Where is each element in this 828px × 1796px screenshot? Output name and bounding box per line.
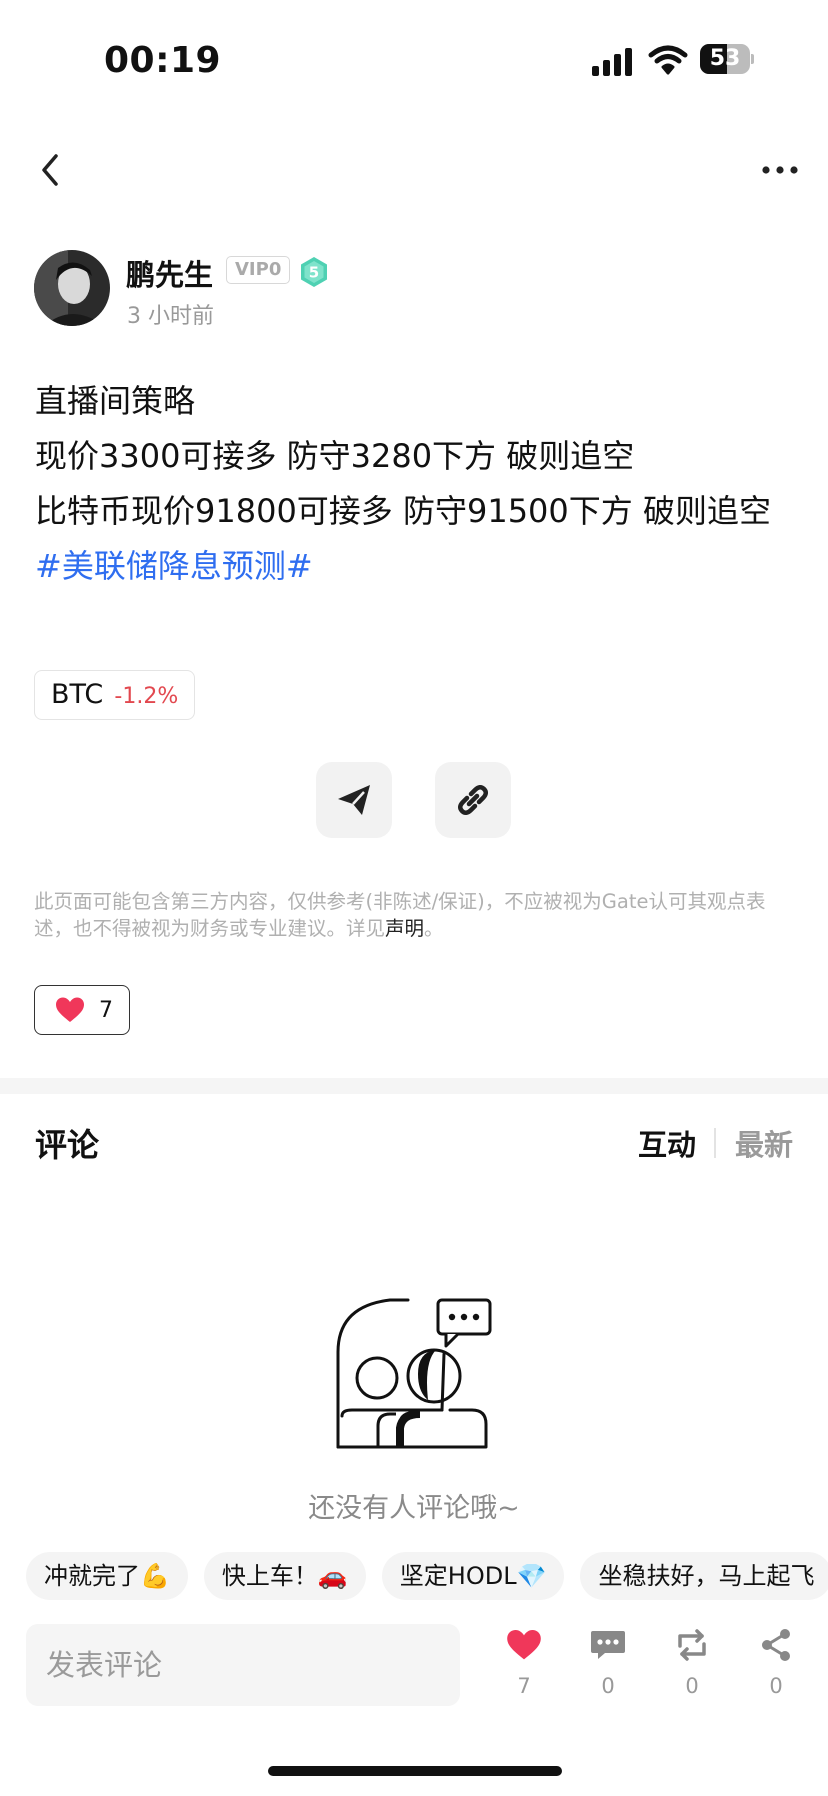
battery-level: 53 bbox=[709, 46, 741, 71]
comment-input[interactable] bbox=[26, 1624, 460, 1706]
action-comment[interactable]: 0 bbox=[578, 1628, 638, 1698]
tab-separator bbox=[714, 1128, 716, 1158]
send-button[interactable] bbox=[316, 762, 392, 838]
wifi-icon bbox=[648, 44, 688, 76]
tab-interaction[interactable]: 互动 bbox=[638, 1122, 696, 1164]
disclaimer-link[interactable]: 声明 bbox=[385, 917, 424, 940]
hashtag-link[interactable]: #美联储降息预测# bbox=[35, 539, 795, 594]
post-line: 直播间策略 bbox=[35, 382, 196, 420]
battery-icon: 53 bbox=[700, 44, 754, 74]
more-dots-icon[interactable] bbox=[760, 158, 800, 182]
quick-reply-chip[interactable]: 坐稳扶好，马上起飞 bbox=[580, 1552, 828, 1600]
post-time: 3 小时前 bbox=[127, 304, 214, 329]
section-divider bbox=[0, 1078, 828, 1094]
heart-icon bbox=[507, 1630, 541, 1660]
empty-comments-text: 还没有人评论哦~ bbox=[308, 1493, 520, 1524]
send-icon bbox=[338, 785, 370, 815]
coin-tag[interactable]: BTC -1.2% bbox=[34, 670, 196, 720]
level-number: 5 bbox=[309, 264, 319, 282]
coin-change: -1.2% bbox=[114, 684, 179, 709]
action-comment-count: 0 bbox=[601, 1674, 615, 1698]
action-like[interactable]: 7 bbox=[494, 1628, 554, 1698]
quick-reply-chip[interactable]: 坚定HODL💎 bbox=[381, 1552, 565, 1600]
post-line: 现价3300可接多 防守3280下方 破则追空 bbox=[35, 437, 635, 475]
level-badge: 5 bbox=[298, 256, 330, 288]
action-repost-count: 0 bbox=[685, 1674, 699, 1698]
disclaimer: 此页面可能包含第三方内容，仅供参考(非陈述/保证)，不应被视为Gate认可其观点… bbox=[34, 888, 804, 942]
disclaimer-end: 。 bbox=[424, 917, 444, 940]
cellular-signal-icon bbox=[592, 46, 636, 76]
avatar[interactable] bbox=[34, 250, 110, 326]
coin-symbol: BTC bbox=[51, 679, 104, 710]
like-button[interactable]: 7 bbox=[34, 985, 130, 1035]
copy-link-button[interactable] bbox=[435, 762, 511, 838]
home-indicator bbox=[268, 1766, 562, 1776]
tab-latest[interactable]: 最新 bbox=[735, 1122, 793, 1164]
empty-comments-illustration bbox=[334, 1292, 494, 1454]
back-arrow-icon[interactable] bbox=[34, 150, 68, 190]
quick-reply-chip[interactable]: 冲就完了💪 bbox=[26, 1552, 188, 1600]
author-name[interactable]: 鹏先生 bbox=[126, 252, 213, 294]
status-time: 00:19 bbox=[104, 40, 222, 81]
comments-title: 评论 bbox=[35, 1126, 100, 1164]
quick-reply-chip[interactable]: 快上车！🚗 bbox=[203, 1552, 366, 1600]
heart-icon bbox=[56, 997, 84, 1022]
action-share-count: 0 bbox=[769, 1674, 783, 1698]
action-share[interactable]: 0 bbox=[746, 1628, 806, 1698]
quick-reply-list: 冲就完了💪 快上车！🚗 坚定HODL💎 坐稳扶好，马上起飞 bbox=[26, 1552, 828, 1600]
comment-icon bbox=[591, 1631, 625, 1659]
repost-icon bbox=[678, 1629, 706, 1661]
post-content: 直播间策略 现价3300可接多 防守3280下方 破则追空 比特币现价91800… bbox=[35, 374, 795, 594]
action-repost[interactable]: 0 bbox=[662, 1628, 722, 1698]
share-icon bbox=[762, 1629, 790, 1661]
link-icon bbox=[458, 785, 488, 815]
vip-badge: VIP0 bbox=[226, 256, 291, 284]
like-count: 7 bbox=[99, 997, 113, 1023]
action-like-count: 7 bbox=[517, 1674, 531, 1698]
post-line: 比特币现价91800可接多 防守91500下方 破则追空 bbox=[35, 492, 771, 530]
